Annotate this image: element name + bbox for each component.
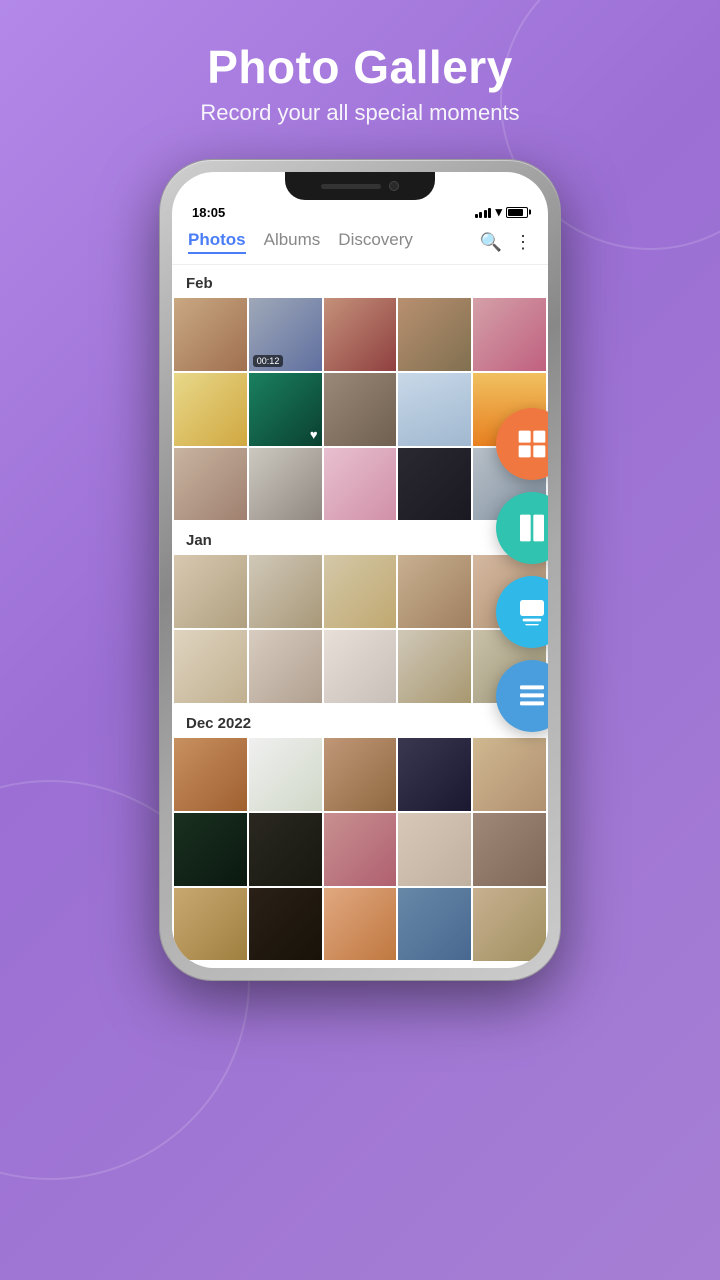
app-navigation: Photos Albums Discovery 🔍 ⋮ [172,224,548,265]
book-icon [516,512,548,544]
status-time: 18:05 [192,205,225,220]
video-badge: 00:12 [253,355,284,367]
photo-cell[interactable] [398,298,471,371]
photo-cell[interactable] [249,738,322,811]
fab-book-view[interactable] [496,492,548,564]
photo-cell[interactable] [324,448,397,521]
photo-cell[interactable]: ♥ [249,373,322,446]
photo-cell[interactable] [398,888,471,961]
app-subtitle: Record your all special moments [0,100,720,126]
photo-cell[interactable] [249,555,322,628]
list-icon [516,680,548,712]
photo-cell[interactable] [473,813,546,886]
photo-cell[interactable] [174,888,247,961]
card-icon [516,596,548,628]
photo-cell[interactable] [324,630,397,703]
photo-cell[interactable] [398,738,471,811]
grid-icon [516,428,548,460]
front-camera [389,181,399,191]
photo-cell[interactable] [324,373,397,446]
heart-icon: ♥ [310,427,318,442]
search-icon[interactable]: 🔍 [480,232,502,253]
photo-cell[interactable] [324,888,397,961]
photo-cell[interactable] [249,813,322,886]
fab-container [496,408,548,732]
photo-cell[interactable] [473,738,546,811]
phone-screen: 18:05 ▾ Photos [172,172,548,968]
phone-mockup: 18:05 ▾ Photos [160,160,560,980]
photo-cell[interactable] [324,298,397,371]
photo-cell[interactable] [398,373,471,446]
app-title: Photo Gallery [0,40,720,94]
photo-cell[interactable] [174,448,247,521]
photo-cell[interactable]: 00:12 [249,298,322,371]
photo-cell[interactable] [174,630,247,703]
wifi-icon: ▾ [495,204,502,220]
photo-cell[interactable] [174,555,247,628]
speaker [321,184,381,189]
month-dec: Dec 2022 [172,705,548,738]
photo-cell[interactable] [473,888,546,961]
photo-cell[interactable] [249,888,322,961]
photo-cell[interactable] [174,813,247,886]
battery-icon [506,207,528,218]
phone-outer-shell: 18:05 ▾ Photos [160,160,560,980]
nav-actions: 🔍 ⋮ [480,232,532,253]
photo-cell[interactable] [398,630,471,703]
app-header: Photo Gallery Record your all special mo… [0,0,720,126]
photo-cell[interactable] [398,813,471,886]
gallery-content: Feb 00:12 ♥ [172,265,548,961]
photo-cell[interactable] [174,298,247,371]
nav-tabs: Photos Albums Discovery [188,230,480,254]
fab-grid-view[interactable] [496,408,548,480]
photo-cell[interactable] [174,738,247,811]
phone-notch [285,172,435,200]
photo-cell[interactable] [174,373,247,446]
photo-cell[interactable] [324,555,397,628]
more-options-icon[interactable]: ⋮ [514,232,532,253]
photo-cell[interactable] [249,630,322,703]
photo-cell[interactable] [324,738,397,811]
photo-cell[interactable] [324,813,397,886]
photo-cell[interactable] [473,298,546,371]
photo-grid-feb: 00:12 ♥ [172,298,548,522]
photo-grid-dec [172,738,548,961]
tab-albums[interactable]: Albums [264,230,321,254]
photo-cell[interactable] [398,448,471,521]
photo-grid-jan [172,555,548,705]
photo-cell[interactable] [398,555,471,628]
signal-icon [475,206,492,218]
month-jan: Jan [172,522,548,555]
tab-discovery[interactable]: Discovery [338,230,413,254]
status-icons: ▾ [475,204,528,220]
month-feb: Feb [172,265,548,298]
photo-cell[interactable] [249,448,322,521]
fab-card-view[interactable] [496,576,548,648]
fab-list-view[interactable] [496,660,548,732]
tab-photos[interactable]: Photos [188,230,246,254]
